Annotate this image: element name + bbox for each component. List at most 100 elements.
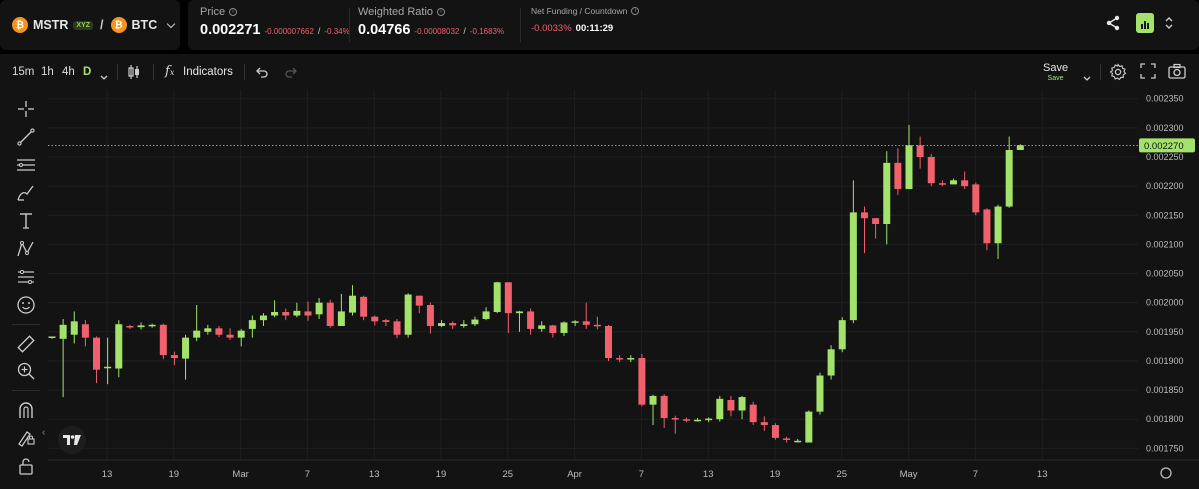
- undo-icon[interactable]: [255, 65, 269, 83]
- y-tick-label: 0.002000: [1146, 298, 1184, 308]
- ratio-change-pct: -0.1683%: [469, 27, 505, 36]
- y-tick-label: 0.001750: [1146, 443, 1184, 453]
- timeframe-1h[interactable]: 1h: [41, 66, 54, 78]
- candle-up: [259, 315, 267, 321]
- x-tick-label: 7: [305, 469, 310, 480]
- candle-up: [349, 295, 357, 313]
- price-stat: Price i 0.002271 -0.000007662 / -0.34%: [200, 6, 350, 38]
- candle-up: [148, 324, 156, 327]
- candle-down: [894, 162, 902, 190]
- candle-up: [838, 320, 846, 350]
- candle-up: [883, 162, 891, 225]
- fx-icon[interactable]: fx: [165, 64, 174, 79]
- candle-up: [104, 366, 112, 369]
- x-tick-label: May: [900, 469, 918, 480]
- timeframe-4h[interactable]: 4h: [62, 66, 75, 78]
- settings-icon[interactable]: [1109, 63, 1127, 86]
- chart-grid: [48, 90, 1138, 460]
- camera-icon[interactable]: [1168, 63, 1186, 84]
- x-tick-label: 25: [503, 469, 514, 480]
- x-tick-label: 13: [1037, 469, 1048, 480]
- candle-down: [449, 323, 457, 326]
- candle-down: [81, 324, 89, 338]
- funding-value: -0.0033%: [531, 23, 572, 34]
- candle-up: [1016, 145, 1024, 151]
- info-icon[interactable]: i: [631, 7, 640, 15]
- candle-up: [816, 375, 824, 412]
- candle-down: [527, 311, 535, 329]
- magnet-icon[interactable]: [16, 400, 36, 420]
- candle-type-icon[interactable]: [127, 63, 141, 86]
- chevron-down-icon[interactable]: [1083, 69, 1091, 87]
- chevron-updown-icon[interactable]: [1164, 15, 1174, 31]
- indicators-button[interactable]: Indicators: [183, 66, 233, 78]
- y-tick-label: 0.002250: [1146, 152, 1184, 162]
- candle-down: [972, 184, 980, 213]
- x-tick-label: 13: [703, 469, 714, 480]
- candle-up: [182, 337, 190, 359]
- share-icon[interactable]: [1105, 15, 1121, 31]
- candle-up: [115, 324, 123, 369]
- funding-stat: Net Funding / Countdown i -0.0033% 00:11:…: [531, 6, 640, 34]
- chevron-down-icon[interactable]: [166, 19, 176, 28]
- time-axis: 13 19 Mar 7 13 19 25 Apr 7 13 19 25 May 7 13: [48, 459, 1199, 480]
- bar-chart-icon[interactable]: [1136, 13, 1154, 33]
- candle-up: [905, 145, 913, 190]
- lock-icon[interactable]: [16, 456, 36, 476]
- ruler-icon[interactable]: [16, 334, 36, 354]
- pair-selector[interactable]: ₿ MSTR XYZ / ₿ BTC: [0, 0, 180, 50]
- ratio-change-sep: /: [463, 26, 466, 36]
- forecast-icon[interactable]: [16, 267, 36, 287]
- price-change-abs: -0.000007662: [264, 27, 314, 36]
- trend-line-icon[interactable]: [16, 127, 36, 147]
- price-change-pct: -0.34%: [324, 27, 350, 36]
- collapse-toolbar-icon[interactable]: ‹: [42, 427, 45, 438]
- ratio-value: 0.04766: [358, 22, 411, 38]
- timeframe-15m[interactable]: 15m: [12, 66, 34, 78]
- market-stats-bar: Price i 0.002271 -0.000007662 / -0.34% We…: [188, 0, 1199, 50]
- y-tick-label: 0.002200: [1146, 181, 1184, 191]
- save-button[interactable]: Save Save: [1043, 62, 1068, 82]
- candle-up: [716, 398, 724, 420]
- candle-down: [682, 419, 690, 421]
- fullscreen-icon[interactable]: [1140, 63, 1156, 84]
- save-sub-label: Save: [1047, 75, 1064, 82]
- candle-up: [738, 397, 746, 411]
- candle-up: [59, 324, 67, 339]
- brush-icon[interactable]: [16, 183, 36, 203]
- candle-up: [694, 419, 702, 422]
- candle-up: [571, 321, 579, 323]
- candle-down: [215, 328, 223, 335]
- timeframe-d[interactable]: D: [83, 66, 91, 78]
- axis-settings-icon[interactable]: [1160, 467, 1172, 479]
- candle-down: [983, 209, 991, 244]
- candle-up: [849, 212, 857, 321]
- candlestick-chart[interactable]: 0.002350 0.002300 0.002250 0.002200 0.002150…: [48, 90, 1199, 489]
- horizontal-lines-icon[interactable]: [16, 155, 36, 175]
- chevron-down-icon[interactable]: [100, 68, 108, 86]
- candle-down: [671, 418, 679, 420]
- crosshair-icon[interactable]: [16, 99, 36, 119]
- x-tick-label: Apr: [567, 469, 582, 480]
- candle-down: [382, 320, 390, 322]
- candle-down: [93, 337, 101, 370]
- zoom-in-icon[interactable]: [16, 361, 36, 381]
- candle-up: [515, 311, 523, 314]
- candle-down: [961, 180, 969, 187]
- redo-icon[interactable]: [284, 65, 298, 83]
- lock-drawing-icon[interactable]: [16, 427, 36, 447]
- candle-up: [404, 294, 412, 335]
- y-tick-label: 0.001800: [1146, 414, 1184, 424]
- text-icon[interactable]: [16, 211, 36, 231]
- candle-down: [771, 425, 779, 438]
- y-tick-label: 0.002050: [1146, 269, 1184, 279]
- ratio-stat: Weighted Ratio i 0.04766 -0.00008032 / -0…: [358, 6, 504, 38]
- candle-down: [415, 295, 423, 306]
- x-tick-label: 13: [102, 469, 113, 480]
- tradingview-logo[interactable]: [58, 426, 86, 454]
- pattern-icon[interactable]: [16, 239, 36, 259]
- candle-up: [627, 358, 635, 360]
- emoji-icon[interactable]: [16, 295, 36, 315]
- info-icon[interactable]: i: [437, 8, 446, 16]
- info-icon[interactable]: i: [229, 8, 238, 16]
